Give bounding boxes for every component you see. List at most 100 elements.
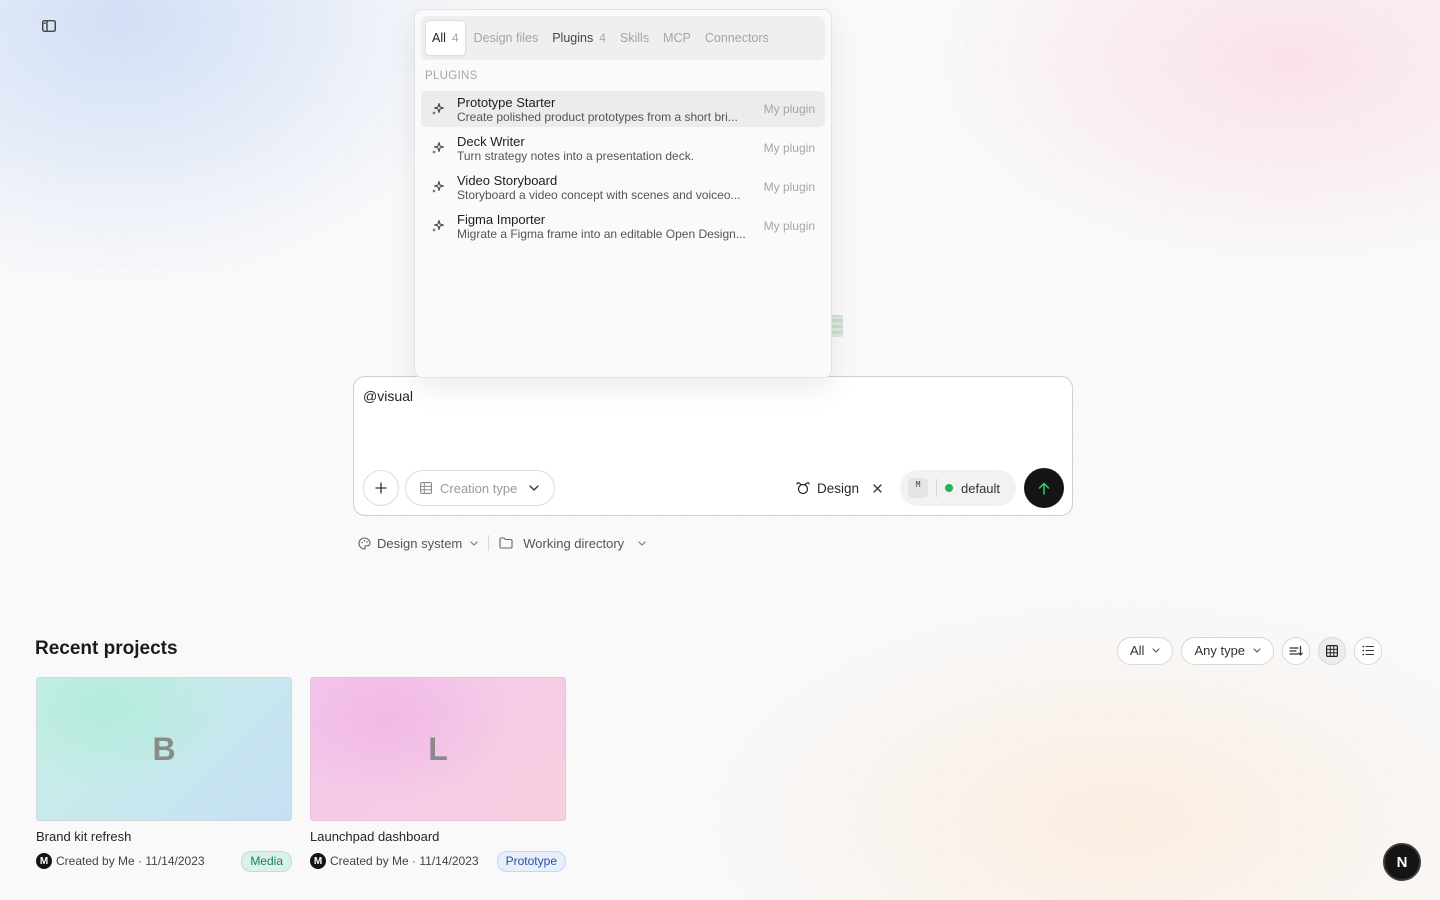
project-thumbnail: B bbox=[36, 677, 292, 821]
plugin-item[interactable]: Deck Writer Turn strategy notes into a pr… bbox=[421, 130, 825, 166]
avatar: M bbox=[36, 853, 52, 869]
chevron-down-icon bbox=[470, 540, 478, 546]
prompt-composer: @visual Creation type Design M default bbox=[353, 376, 1073, 516]
plugin-name: Deck Writer bbox=[457, 133, 525, 149]
avatar: M bbox=[310, 853, 326, 869]
model-label: default bbox=[961, 480, 1001, 496]
sort-button[interactable] bbox=[1282, 636, 1311, 665]
project-thumbnail: L bbox=[310, 677, 566, 821]
arrow-up-icon bbox=[1038, 482, 1050, 495]
plugin-item[interactable]: Video Storyboard Storyboard a video conce… bbox=[421, 169, 825, 205]
background-decoration bbox=[831, 315, 843, 337]
section-label: PLUGINS bbox=[425, 70, 478, 82]
design-mode-chip: Design bbox=[795, 470, 882, 506]
sparkle-icon bbox=[432, 141, 445, 154]
owner-filter-dropdown[interactable]: All bbox=[1117, 636, 1174, 665]
tab-label: MCP bbox=[663, 31, 691, 45]
chevron-down-icon bbox=[638, 540, 646, 546]
tab-skills[interactable]: Skills bbox=[614, 20, 655, 56]
popup-tabs: All 4 Design files Plugins 4 Skills MCP Co… bbox=[421, 16, 825, 60]
plugin-name: Figma Importer bbox=[457, 211, 546, 227]
sidebar-toggle-button[interactable] bbox=[38, 16, 60, 36]
plugin-name: Prototype Starter bbox=[457, 94, 556, 110]
tab-plugins[interactable]: Plugins 4 bbox=[546, 20, 612, 56]
tab-label: Connectors bbox=[704, 31, 769, 45]
remove-design-mode-button[interactable] bbox=[873, 483, 882, 493]
plugin-tag: My plugin bbox=[763, 141, 815, 155]
plugin-tag: My plugin bbox=[763, 102, 815, 116]
grid-icon bbox=[1326, 644, 1339, 657]
chevron-down-icon bbox=[529, 485, 539, 491]
tab-mcp[interactable]: MCP bbox=[657, 20, 697, 56]
sort-icon bbox=[1289, 645, 1303, 656]
tab-label: All bbox=[432, 31, 446, 45]
design-mode-icon bbox=[796, 482, 810, 495]
type-filter-dropdown[interactable]: Any type bbox=[1181, 636, 1275, 665]
working-directory-dropdown[interactable]: Working directory bbox=[499, 536, 646, 551]
owner-filter-label: All bbox=[1130, 643, 1145, 658]
plugin-description: Migrate a Figma frame into an editable O… bbox=[457, 226, 746, 241]
plus-icon bbox=[375, 482, 387, 494]
plugin-name: Video Storyboard bbox=[457, 172, 558, 188]
plugin-item[interactable]: Figma Importer Migrate a Figma frame into… bbox=[421, 208, 825, 244]
composer-options-row: Design system Working directory bbox=[358, 532, 646, 554]
tab-design-files[interactable]: Design files bbox=[468, 20, 545, 56]
tab-connectors[interactable]: Connectors bbox=[699, 20, 775, 56]
grid-icon bbox=[420, 482, 432, 494]
design-mode-label: Design bbox=[817, 480, 860, 496]
project-card[interactable]: L Launchpad dashboard M Created by Me · … bbox=[310, 677, 566, 872]
working-directory-label: Working directory bbox=[523, 535, 625, 551]
prompt-input[interactable]: @visual bbox=[363, 388, 413, 404]
chevron-down-icon bbox=[1152, 648, 1161, 653]
mention-popup: All 4 Design files Plugins 4 Skills MCP Co… bbox=[414, 9, 832, 378]
tab-count: 4 bbox=[451, 31, 459, 45]
assistant-logo: N bbox=[1396, 853, 1408, 871]
design-system-dropdown[interactable]: Design system bbox=[358, 536, 478, 551]
add-attachment-button[interactable] bbox=[363, 470, 399, 506]
folder-icon bbox=[499, 537, 513, 549]
plugin-list: Prototype Starter Create polished product… bbox=[415, 91, 831, 244]
project-filters: All Any type bbox=[1117, 636, 1383, 665]
plugin-tag: My plugin bbox=[763, 219, 815, 233]
status-badge: Prototype bbox=[496, 850, 566, 872]
project-meta: M Created by Me · 11/14/2023 Media bbox=[36, 850, 292, 872]
plugin-description: Create polished product prototypes from … bbox=[457, 109, 738, 124]
plugin-description: Storyboard a video concept with scenes a… bbox=[457, 187, 741, 202]
tab-all[interactable]: All 4 bbox=[425, 20, 466, 56]
creation-type-dropdown[interactable]: Creation type bbox=[405, 470, 555, 506]
thumbnail-letter: B bbox=[152, 730, 176, 767]
tab-count: 4 bbox=[599, 31, 606, 45]
divider bbox=[936, 479, 937, 497]
divider bbox=[488, 535, 490, 551]
assistant-button[interactable]: N bbox=[1383, 843, 1421, 881]
thumbnail-letter: L bbox=[428, 730, 448, 767]
project-title: Launchpad dashboard bbox=[310, 829, 440, 844]
project-created-info: Created by Me · 11/14/2023 bbox=[330, 854, 479, 868]
plugin-item[interactable]: Prototype Starter Create polished product… bbox=[421, 91, 825, 127]
sidebar-icon bbox=[42, 20, 56, 32]
project-created-info: Created by Me · 11/14/2023 bbox=[56, 854, 205, 868]
chevron-down-icon bbox=[1253, 648, 1261, 653]
sparkle-icon bbox=[432, 219, 445, 232]
tab-label: Plugins bbox=[552, 31, 594, 45]
recent-projects-title: Recent projects bbox=[35, 638, 178, 659]
palette-icon bbox=[358, 536, 371, 550]
sparkle-icon bbox=[432, 102, 445, 115]
model-selector[interactable]: M default bbox=[900, 470, 1016, 506]
sparkle-icon bbox=[432, 180, 445, 193]
grid-view-button[interactable] bbox=[1318, 636, 1347, 665]
plugin-description: Turn strategy notes into a presentation … bbox=[457, 148, 695, 163]
close-icon bbox=[873, 483, 882, 493]
send-button[interactable] bbox=[1024, 468, 1064, 508]
project-card[interactable]: B Brand kit refresh M Created by Me · 11… bbox=[36, 677, 292, 872]
project-title: Brand kit refresh bbox=[36, 829, 132, 844]
project-meta: M Created by Me · 11/14/2023 Prototype bbox=[310, 850, 566, 872]
model-badge: M bbox=[908, 478, 928, 498]
list-icon bbox=[1362, 645, 1375, 656]
design-system-label: Design system bbox=[377, 535, 463, 551]
tab-label: Skills bbox=[619, 31, 650, 45]
plugin-tag: My plugin bbox=[763, 180, 815, 194]
status-dot-icon bbox=[945, 484, 953, 492]
type-filter-label: Any type bbox=[1194, 643, 1246, 658]
list-view-button[interactable] bbox=[1354, 636, 1383, 665]
